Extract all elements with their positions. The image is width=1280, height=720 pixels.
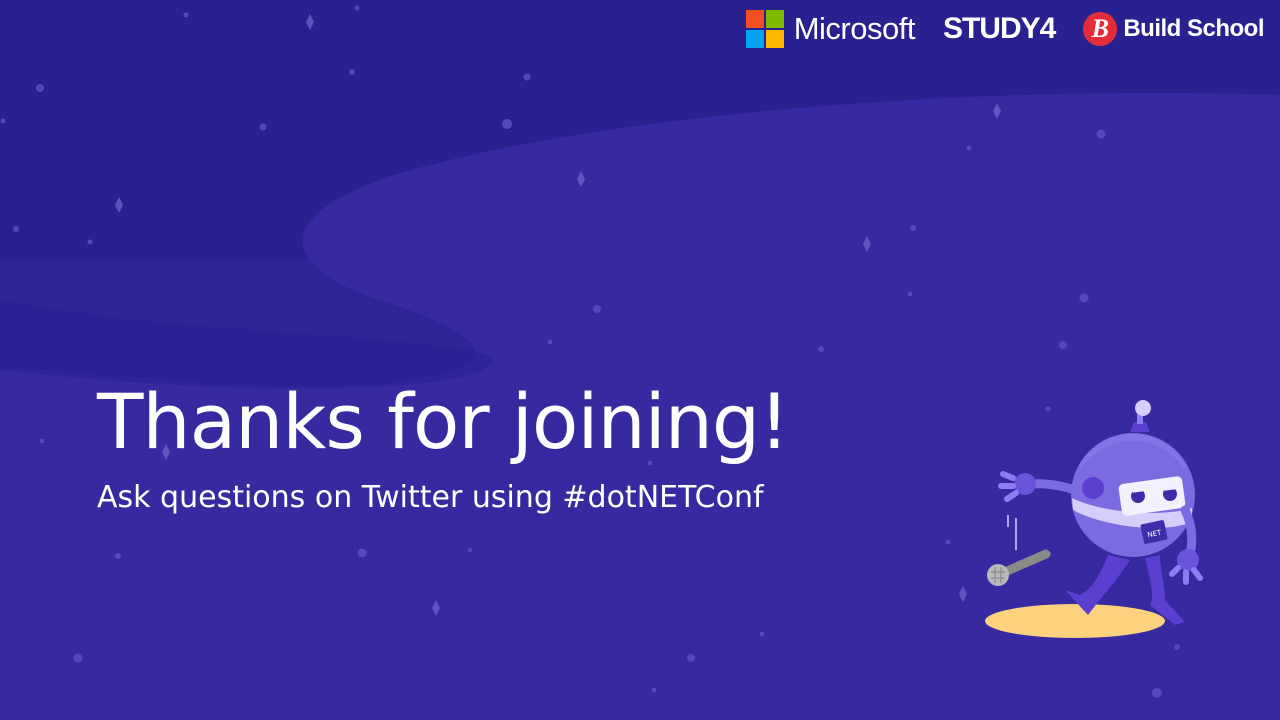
mascot-antenna-ball <box>1135 400 1151 416</box>
stage-spotlight <box>985 604 1165 638</box>
study4-logo: STUDY4 <box>942 12 1056 46</box>
build-school-logo: B Build School <box>1083 12 1264 46</box>
dotnet-bot-mascot-illustration: NET <box>985 400 1203 638</box>
build-school-wordmark: Build School <box>1123 15 1264 42</box>
slide-subtitle: Ask questions on Twitter using #dotNETCo… <box>97 480 764 515</box>
mascot-shoulder <box>1082 477 1104 499</box>
motion-lines <box>1007 515 1017 550</box>
sponsor-logos: Microsoft STUDY4 B Build School <box>745 8 1264 50</box>
slide-title: Thanks for joining! <box>97 377 790 466</box>
microsoft-squares-icon <box>745 10 784 48</box>
microsoft-logo: Microsoft <box>745 10 916 48</box>
build-school-badge-icon: B <box>1083 12 1118 46</box>
mascot-left-fingers <box>998 471 1019 502</box>
microsoft-wordmark: Microsoft <box>793 11 916 46</box>
study4-wordmark: STUDY4 <box>942 12 1056 45</box>
